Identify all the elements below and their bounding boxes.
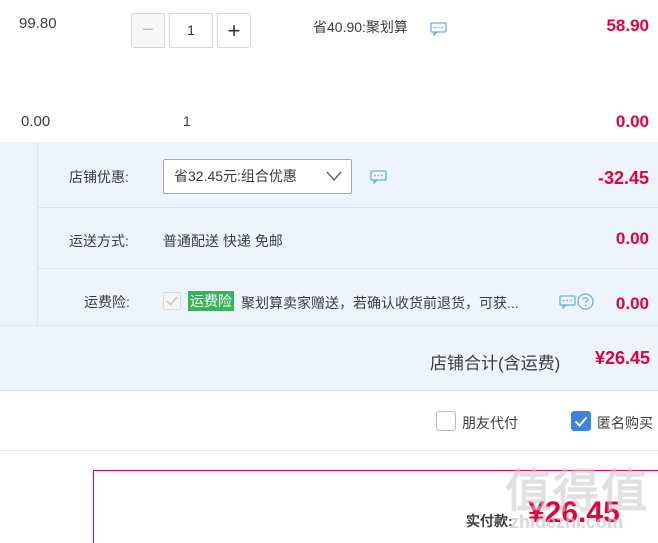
anonymous-label: 匿名购买 <box>597 415 653 431</box>
watermark-domain: zhidezhi.com <box>510 512 624 532</box>
anonymous-checkbox[interactable] <box>571 411 591 431</box>
promo-selected-value: 省32.45元:组合优惠 <box>174 168 297 184</box>
row-divider <box>0 325 658 326</box>
quantity-input[interactable]: 1 <box>169 13 213 48</box>
increase-quantity-button[interactable]: + <box>217 13 251 48</box>
shop-left-divider <box>0 143 38 325</box>
friend-pay-checkbox[interactable] <box>436 411 456 431</box>
shop-total-value: ¥26.45 <box>594 348 650 368</box>
insurance-text: 聚划算卖家赠送，若确认收货前退货，可获... <box>241 295 519 311</box>
promo-select[interactable]: 省32.45元:组合优惠 <box>163 159 352 194</box>
insurance-amount: 0.00 <box>615 294 649 313</box>
plus-icon: + <box>227 17 241 43</box>
chat-icon[interactable] <box>430 22 447 36</box>
order-options-row <box>0 391 658 451</box>
item1-discount-note: 省40.90:聚划算 <box>313 19 408 35</box>
minus-icon: − <box>142 19 154 41</box>
chat-icon[interactable] <box>559 295 576 309</box>
insurance-badge: 运费险 <box>188 291 234 311</box>
shipping-value: 普通配送 快递 免邮 <box>163 233 283 249</box>
row-divider <box>38 207 658 208</box>
chat-icon[interactable] <box>370 170 387 184</box>
row-divider <box>38 268 658 269</box>
item2-quantity: 1 <box>183 113 191 129</box>
item2-subtotal: 0.00 <box>615 112 649 131</box>
check-icon <box>166 296 178 306</box>
insurance-label: 运费险: <box>84 294 130 310</box>
decrease-quantity-button[interactable]: − <box>131 13 165 48</box>
shipping-label: 运送方式: <box>69 233 129 249</box>
friend-pay-label: 朋友代付 <box>462 415 518 431</box>
check-icon <box>574 416 588 427</box>
shipping-amount: 0.00 <box>615 229 649 248</box>
promo-amount: -32.45 <box>597 168 649 188</box>
shop-total-label: 店铺合计(含运费) <box>430 354 561 373</box>
item1-unit-price: 99.80 <box>19 15 57 32</box>
item1-subtotal: 58.90 <box>606 16 649 35</box>
promo-label: 店铺优惠: <box>69 169 129 185</box>
item2-unit-price: 0.00 <box>21 113 51 130</box>
help-icon[interactable] <box>577 293 594 310</box>
insurance-checkbox[interactable] <box>163 292 181 310</box>
quantity-stepper: − 1 + <box>131 13 251 48</box>
chevron-down-icon <box>326 171 342 182</box>
